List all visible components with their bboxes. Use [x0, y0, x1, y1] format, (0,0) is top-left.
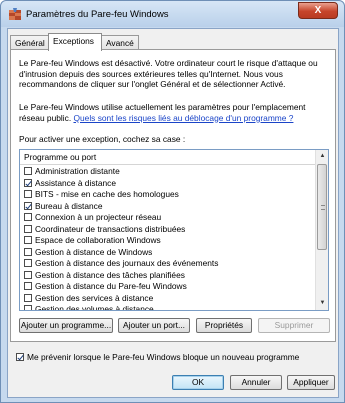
scroll-up-arrow-icon[interactable]: ▲ — [317, 151, 328, 162]
exception-checkbox[interactable] — [24, 282, 32, 290]
ok-button[interactable]: OK — [172, 375, 224, 390]
list-item[interactable]: Gestion à distance de Windows — [20, 247, 316, 259]
exception-checkbox[interactable] — [24, 305, 32, 310]
list-item[interactable]: Gestion des services à distance — [20, 293, 316, 305]
column-header-program[interactable]: Programme ou port — [20, 150, 316, 165]
exception-label: Bureau à distance — [35, 200, 103, 211]
properties-button[interactable]: Propriétés — [196, 318, 252, 333]
apply-button[interactable]: Appliquer — [287, 375, 335, 390]
exception-checkbox[interactable] — [24, 213, 32, 221]
close-icon: X — [314, 5, 322, 16]
exception-checkbox[interactable] — [24, 201, 32, 210]
exceptions-panel: Le Pare-feu Windows est désactivé. Votre… — [10, 49, 336, 342]
exceptions-list[interactable]: Programme ou port Administration distant… — [19, 149, 329, 311]
exception-checkbox[interactable] — [24, 293, 32, 302]
close-button[interactable]: X — [298, 2, 338, 19]
exception-label: Gestion à distance du Pare-feu Windows — [35, 281, 187, 291]
exception-label: Espace de collaboration Windows — [35, 235, 161, 245]
list-item[interactable]: Administration distante — [20, 166, 316, 178]
list-item[interactable]: Gestion à distance des tâches planifiées — [20, 270, 316, 282]
exception-label: BITS - mise en cache des homologues — [35, 189, 179, 199]
window-title: Paramètres du Pare-feu Windows — [26, 9, 169, 20]
exception-label: Gestion des services à distance — [35, 292, 154, 303]
add-port-button[interactable]: Ajouter un port... — [118, 318, 190, 333]
notify-label: Me prévenir lorsque le Pare-feu Windows … — [27, 352, 300, 362]
list-scrollbar[interactable]: ▲ ▼ — [315, 150, 328, 310]
tab-advanced[interactable]: Avancé — [101, 35, 139, 50]
firewall-settings-window: Paramètres du Pare-feu Windows X Général… — [0, 0, 345, 403]
cancel-button[interactable]: Annuler — [230, 375, 282, 390]
list-item[interactable]: Connexion à un projecteur réseau — [20, 212, 316, 224]
firewall-warning-text: Le Pare-feu Windows est désactivé. Votre… — [19, 58, 318, 89]
scroll-thumb[interactable] — [317, 164, 327, 250]
exception-label: Assistance à distance — [35, 177, 117, 188]
exception-checkbox[interactable] — [24, 190, 32, 198]
exception-label: Gestion à distance des tâches planifiées — [35, 269, 185, 280]
exception-checkbox[interactable] — [24, 270, 32, 279]
list-item[interactable]: Coordinateur de transactions distribuées — [20, 224, 316, 236]
firewall-icon — [9, 8, 21, 20]
exception-checkbox[interactable] — [24, 236, 32, 244]
exception-checkbox[interactable] — [24, 247, 32, 256]
exception-label: Coordinateur de transactions distribuées — [35, 223, 186, 234]
tab-exceptions[interactable]: Exceptions — [48, 33, 102, 51]
tab-general[interactable]: Général — [10, 35, 49, 50]
instruction-label: Pour activer une exception, cochez sa ca… — [19, 134, 186, 144]
list-item[interactable]: Gestion des volumes à distance — [20, 304, 316, 311]
exception-checkbox[interactable] — [24, 167, 32, 175]
scroll-down-arrow-icon[interactable]: ▼ — [317, 298, 328, 309]
title-bar[interactable]: Paramètres du Pare-feu Windows X — [1, 1, 344, 27]
list-item[interactable]: Assistance à distance — [20, 178, 316, 190]
list-item[interactable]: Bureau à distance — [20, 201, 316, 213]
risks-link[interactable]: Quels sont les risques liés au déblocage… — [73, 113, 293, 123]
list-item[interactable]: Gestion à distance des journaux des évén… — [20, 258, 316, 270]
delete-button[interactable]: Supprimer — [258, 318, 330, 333]
notify-option[interactable]: Me prévenir lorsque le Pare-feu Windows … — [16, 352, 299, 362]
add-program-button[interactable]: Ajouter un programme... — [19, 318, 113, 333]
exceptions-items: Administration distante Assistance à dist… — [20, 166, 316, 311]
exception-label: Gestion des volumes à distance — [35, 304, 154, 311]
list-item[interactable]: Espace de collaboration Windows — [20, 235, 316, 247]
list-item[interactable]: BITS - mise en cache des homologues — [20, 189, 316, 201]
exception-label: Gestion à distance de Windows — [35, 246, 153, 257]
network-location-text: Le Pare-feu Windows utilise actuellement… — [19, 102, 331, 123]
exception-label: Connexion à un projecteur réseau — [35, 212, 162, 222]
notify-checkbox[interactable] — [16, 353, 24, 361]
dialog-client: Général Exceptions Avancé Le Pare-feu Wi… — [7, 28, 339, 398]
exception-label: Gestion à distance des journaux des évén… — [35, 258, 219, 268]
exception-checkbox[interactable] — [24, 224, 32, 233]
grip-icon — [321, 205, 325, 210]
exception-checkbox[interactable] — [24, 259, 32, 267]
exception-checkbox[interactable] — [24, 178, 32, 187]
list-item[interactable]: Gestion à distance du Pare-feu Windows — [20, 281, 316, 293]
exception-label: Administration distante — [35, 166, 120, 176]
